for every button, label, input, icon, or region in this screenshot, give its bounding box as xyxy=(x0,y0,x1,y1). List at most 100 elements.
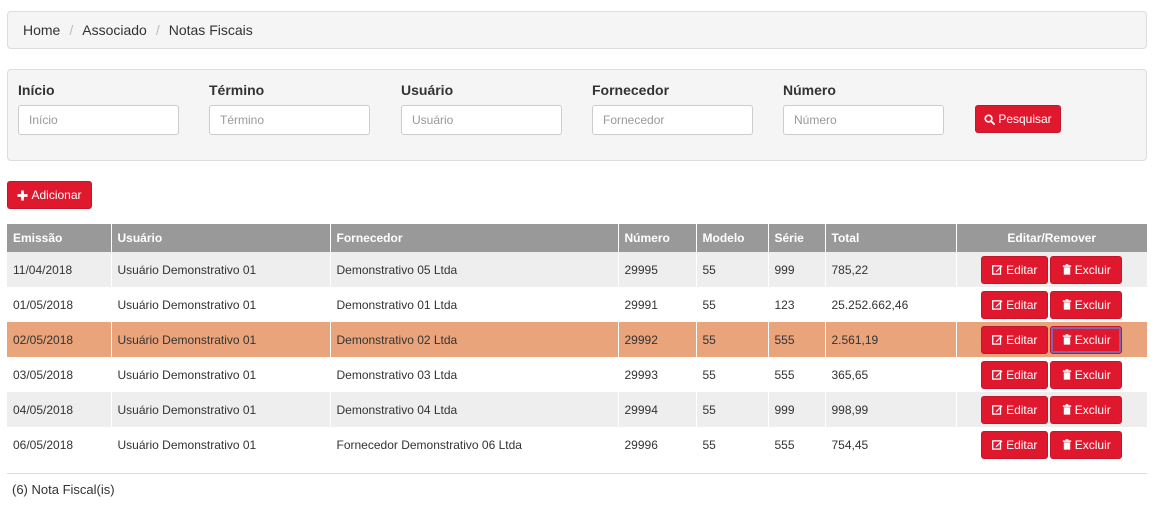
cell-emissao: 11/04/2018 xyxy=(7,252,112,287)
cell-usuario: Usuário Demonstrativo 01 xyxy=(111,427,331,462)
table-header-row: Emissão Usuário Fornecedor Número Modelo… xyxy=(7,224,1147,252)
delete-button-label: Excluir xyxy=(1074,437,1111,452)
edit-button-label: Editar xyxy=(1006,297,1038,312)
edit-button-label: Editar xyxy=(1006,402,1038,417)
fornecedor-input[interactable] xyxy=(592,105,753,135)
header-emissao[interactable]: Emissão xyxy=(7,224,112,252)
breadcrumb-home[interactable]: Home xyxy=(23,22,60,38)
edit-icon xyxy=(992,335,1003,345)
cell-usuario: Usuário Demonstrativo 01 xyxy=(111,322,331,357)
cell-modelo: 55 xyxy=(696,357,769,392)
cell-modelo: 55 xyxy=(696,287,769,322)
breadcrumb: Home / Associado / Notas Fiscais xyxy=(7,11,1147,49)
table-row[interactable]: 06/05/2018 Usuário Demonstrativo 01 Fornec… xyxy=(7,427,1147,462)
cell-numero: 29994 xyxy=(618,392,697,427)
delete-button[interactable]: Excluir xyxy=(1050,430,1123,459)
cell-total: 2.561,19 xyxy=(825,322,957,357)
inicio-label: Início xyxy=(18,82,55,98)
add-button[interactable]: Adicionar xyxy=(7,181,92,209)
edit-button[interactable]: Editar xyxy=(981,360,1049,389)
header-serie[interactable]: Série xyxy=(768,224,826,252)
cell-fornecedor: Fornecedor Demonstrativo 06 Ltda xyxy=(330,427,619,462)
table-row[interactable]: 04/05/2018 Usuário Demonstrativo 01 Demons… xyxy=(7,392,1147,427)
delete-button-label: Excluir xyxy=(1074,402,1111,417)
cell-numero: 29995 xyxy=(618,252,697,287)
search-icon xyxy=(984,113,996,125)
filter-inicio: Início xyxy=(18,82,179,135)
termino-label: Término xyxy=(209,82,265,98)
cell-total: 785,22 xyxy=(825,252,957,287)
cell-numero: 29992 xyxy=(618,322,697,357)
cell-fornecedor: Demonstrativo 01 Ltda xyxy=(330,287,619,322)
cell-actions: Editar Excluir xyxy=(956,357,1147,392)
cell-total: 365,65 xyxy=(825,357,957,392)
cell-actions: Editar Excluir xyxy=(956,322,1147,357)
header-numero[interactable]: Número xyxy=(618,224,697,252)
edit-button[interactable]: Editar xyxy=(981,325,1049,354)
cell-total: 754,45 xyxy=(825,427,957,462)
cell-serie: 999 xyxy=(768,252,826,287)
numero-input[interactable] xyxy=(783,105,944,135)
filter-panel: Início Término Usuário Fornecedor Número… xyxy=(7,69,1147,161)
cell-serie: 555 xyxy=(768,357,826,392)
trash-icon xyxy=(1062,369,1071,380)
numero-label: Número xyxy=(783,82,836,98)
delete-button[interactable]: Excluir xyxy=(1050,360,1123,389)
breadcrumb-associado[interactable]: Associado xyxy=(82,22,147,38)
cell-actions: Editar Excluir xyxy=(956,392,1147,427)
cell-emissao: 04/05/2018 xyxy=(7,392,112,427)
breadcrumb-separator: / xyxy=(69,22,74,38)
edit-button-label: Editar xyxy=(1006,367,1038,382)
cell-usuario: Usuário Demonstrativo 01 xyxy=(111,252,331,287)
cell-fornecedor: Demonstrativo 05 Ltda xyxy=(330,252,619,287)
delete-button[interactable]: Excluir xyxy=(1050,290,1123,319)
cell-modelo: 55 xyxy=(696,392,769,427)
cell-emissao: 06/05/2018 xyxy=(7,427,112,462)
cell-emissao: 02/05/2018 xyxy=(7,322,112,357)
edit-button-label: Editar xyxy=(1006,262,1038,277)
table-row[interactable]: 11/04/2018 Usuário Demonstrativo 01 Demons… xyxy=(7,252,1147,287)
header-modelo[interactable]: Modelo xyxy=(696,224,769,252)
plus-icon xyxy=(17,189,29,201)
fornecedor-label: Fornecedor xyxy=(592,82,670,98)
header-fornecedor[interactable]: Fornecedor xyxy=(330,224,619,252)
edit-icon xyxy=(992,265,1003,275)
edit-button[interactable]: Editar xyxy=(981,255,1049,284)
termino-input[interactable] xyxy=(209,105,370,135)
header-total[interactable]: Total xyxy=(825,224,957,252)
delete-button[interactable]: Excluir xyxy=(1050,255,1123,284)
cell-emissao: 03/05/2018 xyxy=(7,357,112,392)
header-editar-remover: Editar/Remover xyxy=(956,224,1147,252)
search-button[interactable]: Pesquisar xyxy=(975,105,1061,133)
delete-button-label: Excluir xyxy=(1074,367,1111,382)
cell-serie: 123 xyxy=(768,287,826,322)
cell-total: 25.252.662,46 xyxy=(825,287,957,322)
cell-actions: Editar Excluir xyxy=(956,427,1147,462)
header-usuario[interactable]: Usuário xyxy=(111,224,331,252)
cell-serie: 555 xyxy=(768,322,826,357)
edit-button-label: Editar xyxy=(1006,437,1038,452)
inicio-input[interactable] xyxy=(18,105,179,135)
cell-usuario: Usuário Demonstrativo 01 xyxy=(111,287,331,322)
delete-button[interactable]: Excluir xyxy=(1050,395,1123,424)
filter-usuario: Usuário xyxy=(401,82,562,135)
table-row[interactable]: 03/05/2018 Usuário Demonstrativo 01 Demons… xyxy=(7,357,1147,392)
usuario-input[interactable] xyxy=(401,105,562,135)
cell-fornecedor: Demonstrativo 03 Ltda xyxy=(330,357,619,392)
edit-icon xyxy=(992,370,1003,380)
cell-numero: 29996 xyxy=(618,427,697,462)
edit-button[interactable]: Editar xyxy=(981,290,1049,319)
cell-modelo: 55 xyxy=(696,427,769,462)
cell-fornecedor: Demonstrativo 02 Ltda xyxy=(330,322,619,357)
delete-button-label: Excluir xyxy=(1074,262,1111,277)
edit-icon xyxy=(992,300,1003,310)
breadcrumb-current: Notas Fiscais xyxy=(168,22,253,38)
edit-button[interactable]: Editar xyxy=(981,395,1049,424)
delete-button[interactable]: Excluir xyxy=(1050,325,1123,354)
invoices-table: Emissão Usuário Fornecedor Número Modelo… xyxy=(7,224,1147,462)
record-count: (6) Nota Fiscal(is) xyxy=(12,482,115,497)
cell-actions: Editar Excluir xyxy=(956,252,1147,287)
table-row[interactable]: 02/05/2018 Usuário Demonstrativo 01 Demons… xyxy=(7,322,1147,357)
table-row[interactable]: 01/05/2018 Usuário Demonstrativo 01 Demons… xyxy=(7,287,1147,322)
edit-button[interactable]: Editar xyxy=(981,430,1049,459)
